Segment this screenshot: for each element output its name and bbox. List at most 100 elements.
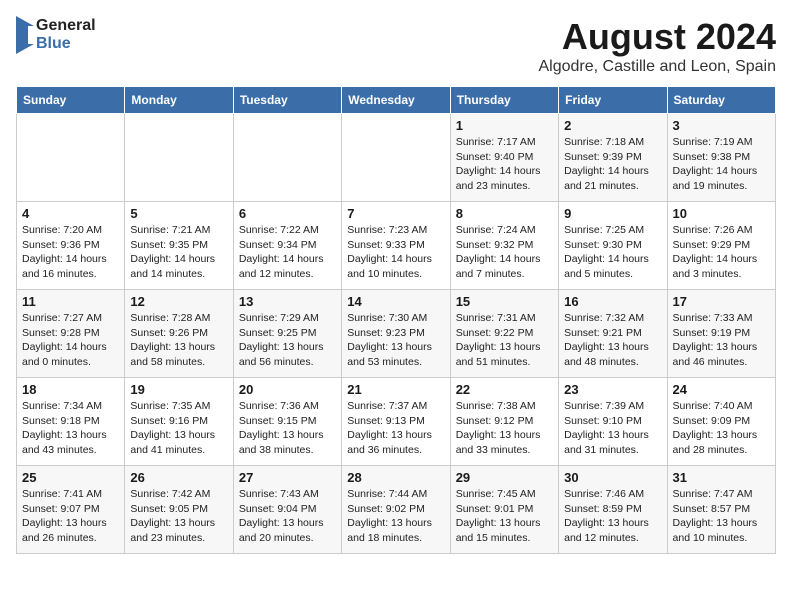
day-info: Sunrise: 7:40 AM Sunset: 9:09 PM Dayligh… <box>673 399 770 458</box>
calendar-cell: 24 Sunrise: 7:40 AM Sunset: 9:09 PM Dayli… <box>667 378 775 466</box>
day-info: Sunrise: 7:30 AM Sunset: 9:23 PM Dayligh… <box>347 311 444 370</box>
day-info: Sunrise: 7:42 AM Sunset: 9:05 PM Dayligh… <box>130 487 227 546</box>
calendar-cell: 1 Sunrise: 7:17 AM Sunset: 9:40 PM Daylig… <box>450 114 558 202</box>
day-info: Sunrise: 7:19 AM Sunset: 9:38 PM Dayligh… <box>673 135 770 194</box>
logo-line1: General <box>36 17 96 35</box>
day-info: Sunrise: 7:29 AM Sunset: 9:25 PM Dayligh… <box>239 311 336 370</box>
day-number: 17 <box>673 294 770 309</box>
calendar-cell: 11 Sunrise: 7:27 AM Sunset: 9:28 PM Dayli… <box>17 290 125 378</box>
calendar-table: SundayMondayTuesdayWednesdayThursdayFrid… <box>16 86 776 554</box>
calendar-cell: 16Sunrise: 7:32 AM Sunset: 9:21 PM Dayli… <box>559 290 667 378</box>
day-info: Sunrise: 7:31 AM Sunset: 9:22 PM Dayligh… <box>456 311 553 370</box>
day-number: 1 <box>456 118 553 133</box>
calendar-cell: 14 Sunrise: 7:30 AM Sunset: 9:23 PM Dayli… <box>342 290 450 378</box>
day-info: Sunrise: 7:20 AM Sunset: 9:36 PM Dayligh… <box>22 223 119 282</box>
day-info: Sunrise: 7:33 AM Sunset: 9:19 PM Dayligh… <box>673 311 770 370</box>
week-row-4: 18Sunrise: 7:34 AM Sunset: 9:18 PM Dayli… <box>17 378 776 466</box>
day-number: 15 <box>456 294 553 309</box>
day-info: Sunrise: 7:45 AM Sunset: 9:01 PM Dayligh… <box>456 487 553 546</box>
calendar-cell: 5 Sunrise: 7:21 AM Sunset: 9:35 PM Daylig… <box>125 202 233 290</box>
day-number: 23 <box>564 382 661 397</box>
day-info: Sunrise: 7:17 AM Sunset: 9:40 PM Dayligh… <box>456 135 553 194</box>
month-year-title: August 2024 <box>539 16 777 58</box>
day-number: 21 <box>347 382 444 397</box>
calendar-cell: 22Sunrise: 7:38 AM Sunset: 9:12 PM Dayli… <box>450 378 558 466</box>
calendar-cell: 19 Sunrise: 7:35 AM Sunset: 9:16 PM Dayli… <box>125 378 233 466</box>
calendar-cell: 10Sunrise: 7:26 AM Sunset: 9:29 PM Dayli… <box>667 202 775 290</box>
calendar-cell: 20 Sunrise: 7:36 AM Sunset: 9:15 PM Dayli… <box>233 378 341 466</box>
week-row-2: 4 Sunrise: 7:20 AM Sunset: 9:36 PM Daylig… <box>17 202 776 290</box>
day-number: 19 <box>130 382 227 397</box>
day-number: 26 <box>130 470 227 485</box>
day-info: Sunrise: 7:47 AM Sunset: 8:57 PM Dayligh… <box>673 487 770 546</box>
day-number: 31 <box>673 470 770 485</box>
day-info: Sunrise: 7:39 AM Sunset: 9:10 PM Dayligh… <box>564 399 661 458</box>
calendar-cell: 25 Sunrise: 7:41 AM Sunset: 9:07 PM Dayli… <box>17 466 125 554</box>
day-info: Sunrise: 7:37 AM Sunset: 9:13 PM Dayligh… <box>347 399 444 458</box>
logo-container: General Blue <box>16 16 96 54</box>
calendar-cell: 6 Sunrise: 7:22 AM Sunset: 9:34 PM Daylig… <box>233 202 341 290</box>
day-number: 11 <box>22 294 119 309</box>
day-number: 30 <box>564 470 661 485</box>
day-number: 4 <box>22 206 119 221</box>
day-number: 5 <box>130 206 227 221</box>
day-info: Sunrise: 7:21 AM Sunset: 9:35 PM Dayligh… <box>130 223 227 282</box>
day-info: Sunrise: 7:35 AM Sunset: 9:16 PM Dayligh… <box>130 399 227 458</box>
weekday-header-friday: Friday <box>559 87 667 114</box>
day-info: Sunrise: 7:22 AM Sunset: 9:34 PM Dayligh… <box>239 223 336 282</box>
day-info: Sunrise: 7:27 AM Sunset: 9:28 PM Dayligh… <box>22 311 119 370</box>
day-number: 22 <box>456 382 553 397</box>
calendar-cell: 15 Sunrise: 7:31 AM Sunset: 9:22 PM Dayli… <box>450 290 558 378</box>
day-number: 13 <box>239 294 336 309</box>
logo: General Blue <box>16 16 96 54</box>
calendar-cell: 28Sunrise: 7:44 AM Sunset: 9:02 PM Dayli… <box>342 466 450 554</box>
weekday-header-row: SundayMondayTuesdayWednesdayThursdayFrid… <box>17 87 776 114</box>
calendar-cell: 29 Sunrise: 7:45 AM Sunset: 9:01 PM Dayli… <box>450 466 558 554</box>
day-number: 29 <box>456 470 553 485</box>
weekday-header-sunday: Sunday <box>17 87 125 114</box>
weekday-header-tuesday: Tuesday <box>233 87 341 114</box>
location-subtitle: Algodre, Castille and Leon, Spain <box>539 58 777 76</box>
day-info: Sunrise: 7:18 AM Sunset: 9:39 PM Dayligh… <box>564 135 661 194</box>
day-number: 12 <box>130 294 227 309</box>
weekday-header-wednesday: Wednesday <box>342 87 450 114</box>
page-header: General Blue August 2024 Algodre, Castil… <box>16 16 776 76</box>
day-number: 25 <box>22 470 119 485</box>
calendar-cell: 3Sunrise: 7:19 AM Sunset: 9:38 PM Daylig… <box>667 114 775 202</box>
day-number: 20 <box>239 382 336 397</box>
calendar-cell: 4 Sunrise: 7:20 AM Sunset: 9:36 PM Daylig… <box>17 202 125 290</box>
week-row-5: 25 Sunrise: 7:41 AM Sunset: 9:07 PM Dayli… <box>17 466 776 554</box>
week-row-1: 1 Sunrise: 7:17 AM Sunset: 9:40 PM Daylig… <box>17 114 776 202</box>
day-info: Sunrise: 7:46 AM Sunset: 8:59 PM Dayligh… <box>564 487 661 546</box>
weekday-header-thursday: Thursday <box>450 87 558 114</box>
calendar-cell: 27Sunrise: 7:43 AM Sunset: 9:04 PM Dayli… <box>233 466 341 554</box>
day-info: Sunrise: 7:24 AM Sunset: 9:32 PM Dayligh… <box>456 223 553 282</box>
calendar-cell <box>342 114 450 202</box>
title-block: August 2024 Algodre, Castille and Leon, … <box>539 16 777 76</box>
day-number: 16 <box>564 294 661 309</box>
calendar-cell <box>233 114 341 202</box>
calendar-cell: 31 Sunrise: 7:47 AM Sunset: 8:57 PM Dayli… <box>667 466 775 554</box>
calendar-cell: 13 Sunrise: 7:29 AM Sunset: 9:25 PM Dayli… <box>233 290 341 378</box>
day-info: Sunrise: 7:25 AM Sunset: 9:30 PM Dayligh… <box>564 223 661 282</box>
calendar-cell <box>125 114 233 202</box>
day-info: Sunrise: 7:23 AM Sunset: 9:33 PM Dayligh… <box>347 223 444 282</box>
day-number: 7 <box>347 206 444 221</box>
day-info: Sunrise: 7:36 AM Sunset: 9:15 PM Dayligh… <box>239 399 336 458</box>
logo-triangle-icon <box>16 16 34 54</box>
day-info: Sunrise: 7:43 AM Sunset: 9:04 PM Dayligh… <box>239 487 336 546</box>
day-number: 24 <box>673 382 770 397</box>
calendar-cell: 17 Sunrise: 7:33 AM Sunset: 9:19 PM Dayli… <box>667 290 775 378</box>
day-info: Sunrise: 7:26 AM Sunset: 9:29 PM Dayligh… <box>673 223 770 282</box>
day-number: 8 <box>456 206 553 221</box>
weekday-header-saturday: Saturday <box>667 87 775 114</box>
day-number: 6 <box>239 206 336 221</box>
calendar-cell <box>17 114 125 202</box>
calendar-cell: 12Sunrise: 7:28 AM Sunset: 9:26 PM Dayli… <box>125 290 233 378</box>
calendar-cell: 2 Sunrise: 7:18 AM Sunset: 9:39 PM Daylig… <box>559 114 667 202</box>
weekday-header-monday: Monday <box>125 87 233 114</box>
day-info: Sunrise: 7:41 AM Sunset: 9:07 PM Dayligh… <box>22 487 119 546</box>
day-number: 18 <box>22 382 119 397</box>
day-number: 14 <box>347 294 444 309</box>
day-number: 2 <box>564 118 661 133</box>
